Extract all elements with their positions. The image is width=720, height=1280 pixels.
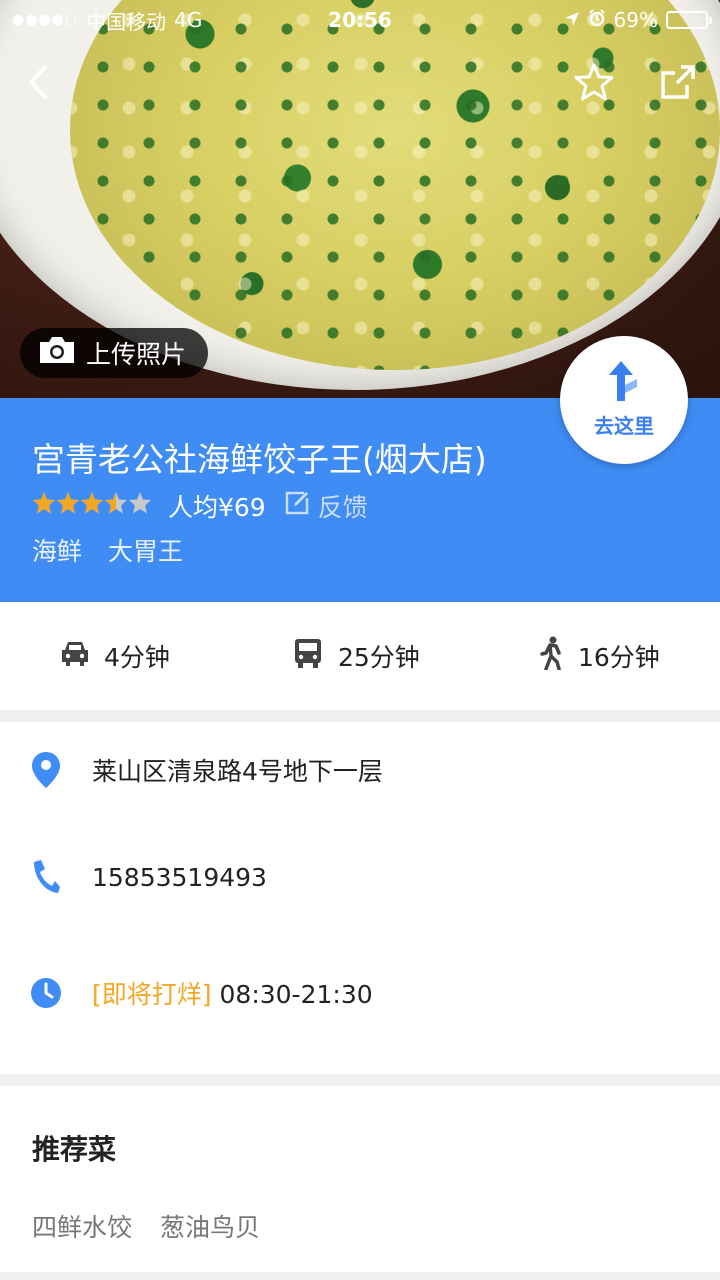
transport-car[interactable]: 4分钟 — [60, 602, 170, 710]
edit-icon — [284, 490, 310, 522]
place-details: 莱山区清泉路4号地下一层 15853519493 [即将打烊] 08:30-21:… — [0, 722, 720, 1074]
bus-icon — [292, 637, 324, 675]
clock-icon — [30, 973, 62, 1013]
bus-time: 25分钟 — [338, 643, 420, 672]
phone-number: 15853519493 — [92, 862, 267, 892]
feedback-label: 反馈 — [317, 493, 368, 522]
closing-soon-badge: [即将打烊] — [92, 980, 212, 1009]
place-meta: 人均¥69 反馈 — [32, 488, 368, 524]
star-empty-icon — [128, 491, 152, 521]
upload-photo-label: 上传照片 — [86, 340, 187, 369]
camera-icon — [38, 335, 76, 371]
place-title: 宫青老公社海鲜饺子王(烟大店) — [32, 440, 487, 479]
chevron-left-icon — [25, 64, 51, 104]
battery-percent: 69% — [613, 8, 658, 32]
transport-walk[interactable]: 16分钟 — [538, 602, 660, 710]
recommended-list: 四鲜水饺 葱油鸟贝 — [32, 1208, 260, 1244]
battery-icon — [666, 11, 712, 29]
back-button[interactable] — [16, 62, 60, 106]
dish-item[interactable]: 四鲜水饺 — [32, 1208, 132, 1244]
tag-big-eater: 大胃王 — [108, 537, 184, 566]
navigate-here-label: 去这里 — [594, 414, 654, 438]
car-time: 4分钟 — [104, 643, 170, 672]
navigate-here-button[interactable]: 去这里 — [560, 336, 688, 464]
phone-icon — [30, 857, 62, 897]
star-full-icon — [80, 491, 104, 521]
status-bar: ●●●●○ 中国移动 4G 20:56 69% — [0, 0, 720, 40]
signal-indicator: ●●●●○ — [12, 12, 79, 28]
share-button[interactable] — [656, 62, 700, 106]
favorite-button[interactable] — [572, 62, 616, 106]
location-pin-icon — [30, 750, 62, 790]
walk-icon — [538, 636, 564, 676]
transport-bus[interactable]: 25分钟 — [292, 602, 420, 710]
star-outline-icon — [574, 62, 614, 106]
upload-photo-button[interactable]: 上传照片 — [20, 328, 209, 378]
rating-stars — [32, 491, 152, 521]
recommended-dishes: 推荐菜 四鲜水饺 葱油鸟贝 — [0, 1086, 720, 1272]
network-label: 4G — [174, 8, 203, 32]
recommended-title: 推荐菜 — [32, 1133, 117, 1166]
star-full-icon — [32, 491, 56, 521]
walk-time: 16分钟 — [578, 643, 660, 672]
tag-seafood: 海鲜 — [32, 537, 83, 566]
star-full-icon — [56, 491, 80, 521]
avg-price: 人均¥69 — [168, 493, 266, 522]
share-icon — [659, 63, 697, 105]
location-arrow-icon — [564, 8, 580, 32]
turn-arrow-icon — [607, 361, 641, 406]
dish-item[interactable]: 葱油鸟贝 — [160, 1208, 260, 1244]
car-icon — [60, 639, 90, 673]
transport-options: 4分钟 25分钟 16分钟 — [0, 602, 720, 710]
place-tags: 海鲜 大胃王 — [32, 532, 183, 568]
carrier-label: 中国移动 — [86, 9, 167, 34]
address-text: 莱山区清泉路4号地下一层 — [92, 757, 383, 786]
alarm-icon — [588, 8, 606, 32]
opening-hours: 08:30-21:30 — [219, 980, 373, 1009]
star-half-icon — [104, 491, 128, 521]
feedback-button[interactable]: 反馈 — [284, 488, 368, 524]
hours-text: [即将打烊] 08:30-21:30 — [92, 975, 373, 1011]
